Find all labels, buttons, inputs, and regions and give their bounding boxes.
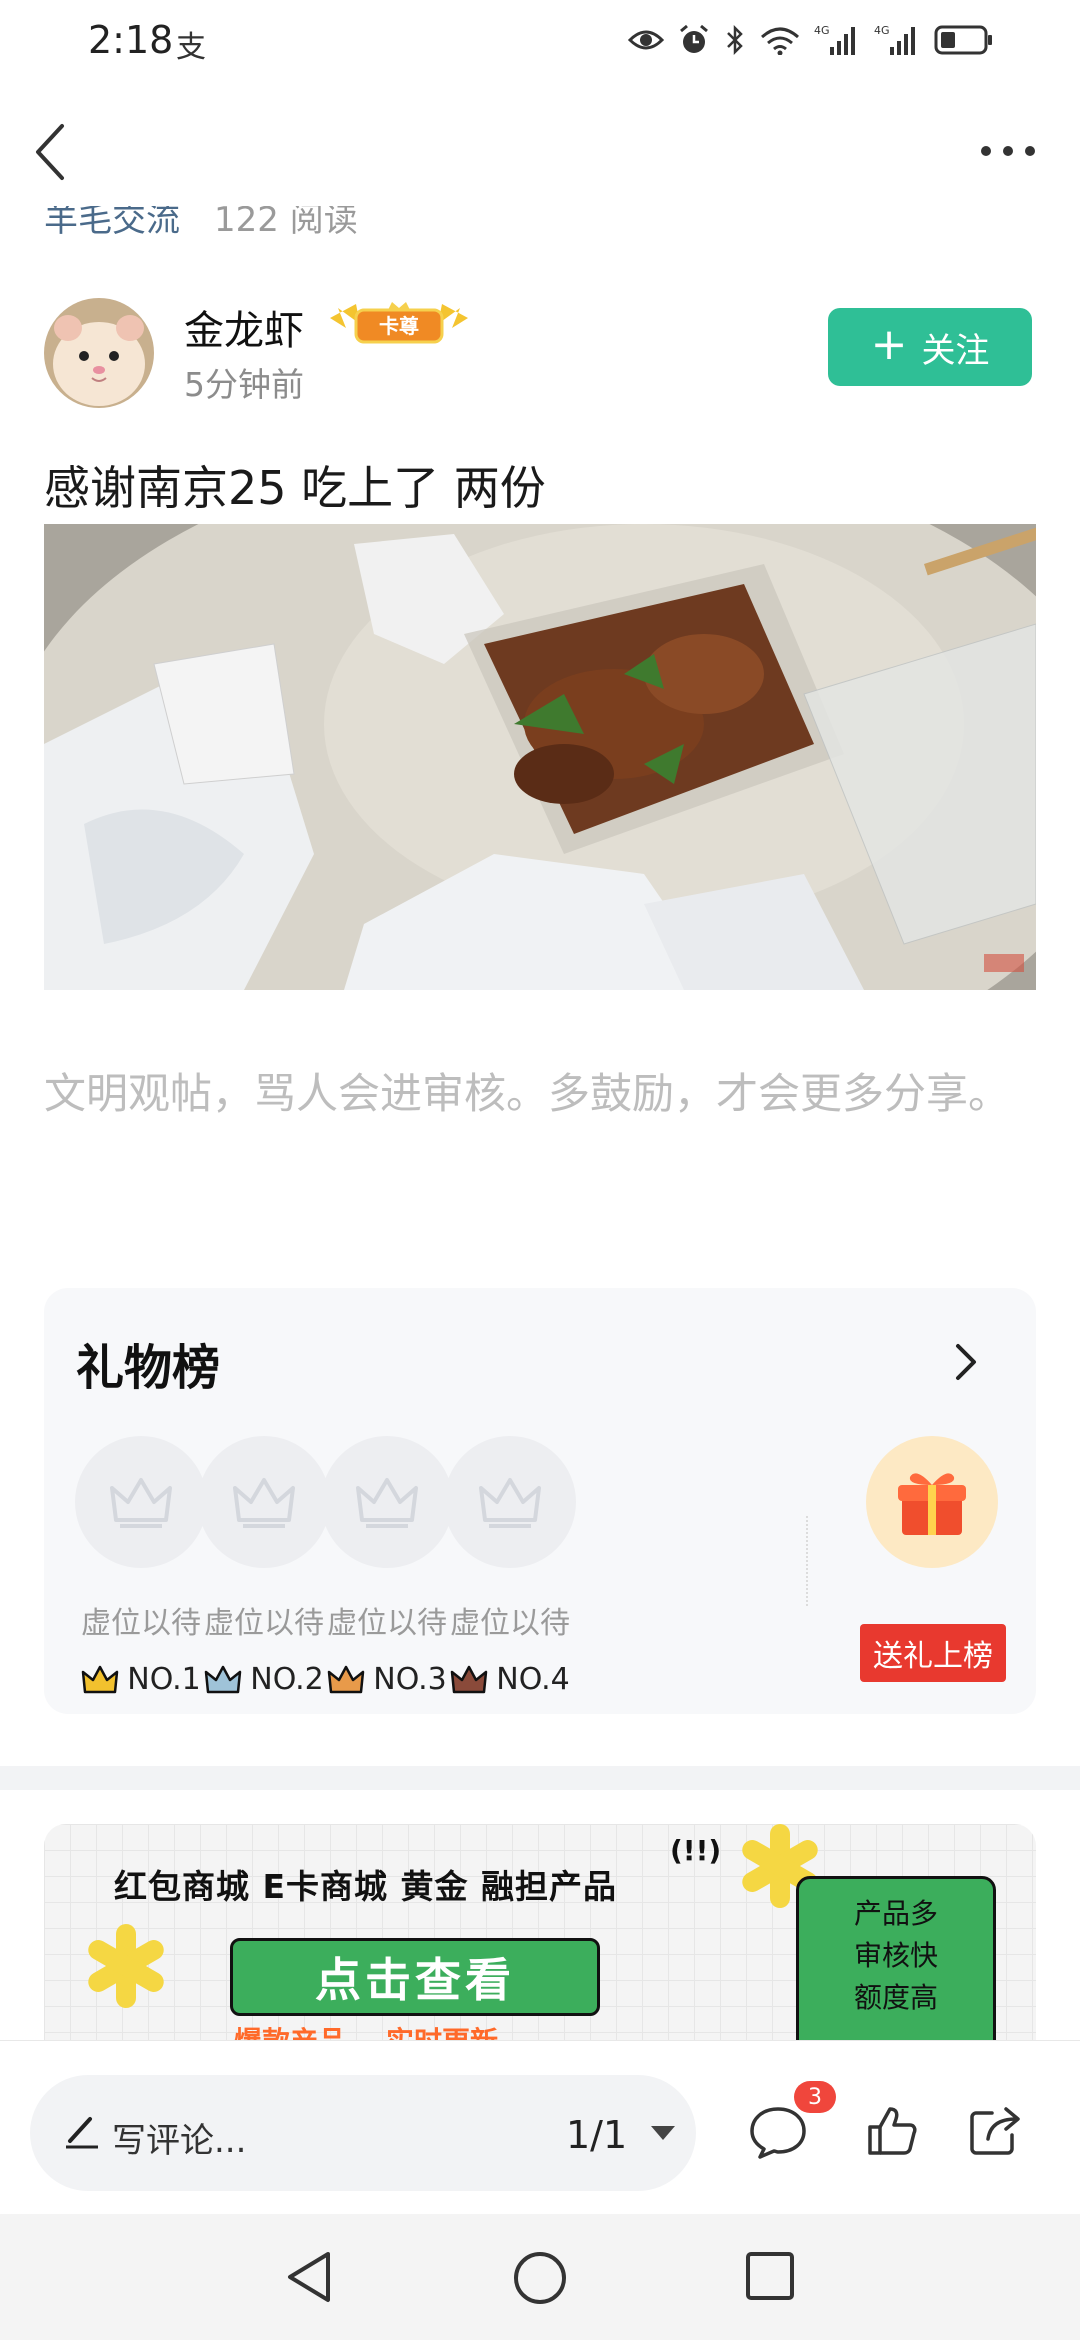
rank-slot-2[interactable]: 虚位以待 NO.2: [197, 1436, 331, 1697]
gold-crown-icon: [82, 1665, 119, 1693]
comment-input[interactable]: 写评论... 1/1: [30, 2075, 696, 2191]
empty-rank-avatar: [444, 1436, 576, 1568]
wifi-icon: [761, 27, 799, 55]
plus-icon: +: [870, 319, 908, 370]
post-image[interactable]: [44, 524, 1036, 990]
pen-icon: [66, 2117, 98, 2149]
banner-categories: 红包商城 E卡商城 黄金 融担产品: [114, 1867, 618, 1906]
status-time: 2:18: [88, 18, 174, 62]
feature-1: 产品多: [853, 1897, 938, 1930]
section-divider: [0, 1766, 1080, 1790]
comment-count-badge: 3: [794, 2081, 836, 2113]
send-gift-button[interactable]: 送礼上榜: [860, 1624, 1006, 1682]
gift-board-title: 礼物榜: [76, 1340, 221, 1396]
crown-outline-icon: [479, 1478, 541, 1528]
gift-board[interactable]: 礼物榜 虚位以待 NO.1 虚位以待 NO.2 虚位以待 NO.3 虚位以待 N…: [44, 1288, 1036, 1714]
battery-icon: [934, 25, 992, 55]
back-button[interactable]: [26, 120, 78, 184]
vip-crown-badge: 卡尊: [330, 302, 468, 344]
comment-notice: 文明观帖，骂人会进审核。多鼓励，才会更多分享。: [44, 1069, 1011, 1118]
rank-slot-1[interactable]: 虚位以待 NO.1: [74, 1436, 208, 1697]
rank-slot-3[interactable]: 虚位以待 NO.3: [320, 1436, 454, 1697]
rank-number: NO.3: [320, 1662, 454, 1697]
share-icon[interactable]: [968, 2105, 1024, 2157]
empty-rank-avatar: [75, 1436, 207, 1568]
system-home-icon[interactable]: [512, 2250, 568, 2306]
rank-number: NO.2: [197, 1662, 331, 1697]
banner-feature-box: 产品多 审核快 额度高: [796, 1876, 996, 2044]
post-time: 5分钟前: [184, 365, 304, 404]
gift-box-icon: [898, 1473, 966, 1535]
bottom-action-bar: 写评论... 1/1 3: [0, 2040, 1080, 2214]
gift-button[interactable]: [866, 1436, 998, 1568]
status-bar: 2:18 支 4G 4G: [0, 0, 1080, 80]
caret-down-icon[interactable]: [650, 2125, 676, 2141]
empty-rank-avatar: [198, 1436, 330, 1568]
system-navigation-bar: [0, 2214, 1080, 2340]
feature-3: 额度高: [853, 1981, 938, 2014]
empty-rank-avatar: [321, 1436, 453, 1568]
signal-4g-icon: 4G: [874, 24, 915, 55]
crown-outline-icon: [110, 1478, 172, 1528]
dark-crown-icon: [451, 1665, 488, 1693]
alipay-notification-icon: 支: [176, 30, 206, 65]
rank-number: NO.4: [443, 1662, 577, 1697]
svg-text:卡尊: 卡尊: [379, 314, 419, 338]
rank-number: NO.1: [74, 1662, 208, 1697]
follow-label: 关注: [921, 330, 990, 371]
divider: [806, 1516, 808, 1606]
svg-text:4G: 4G: [814, 24, 830, 37]
signal-4g-icon: 4G: [814, 24, 855, 55]
author-name[interactable]: 金龙虾: [184, 298, 304, 356]
ad-banner[interactable]: 红包商城 E卡商城 黄金 融担产品 (!!) 点击查看 爆款产品 实时更新 产品多…: [44, 1824, 1036, 2044]
forum-name[interactable]: 羊毛交流: [44, 206, 180, 240]
comment-placeholder: 写评论...: [112, 2121, 247, 2161]
read-count: 122 阅读: [214, 206, 358, 240]
rank-slot-4[interactable]: 虚位以待 NO.4: [443, 1436, 577, 1697]
yellow-star-decoration: [88, 1924, 164, 2008]
rank-label: 虚位以待: [81, 1606, 201, 1641]
eye-icon: [628, 30, 664, 50]
crown-outline-icon: [233, 1478, 295, 1528]
banner-exclaim: (!!): [670, 1834, 722, 1867]
system-recents-icon[interactable]: [744, 2250, 796, 2302]
post-title: 感谢南京25 吃上了 两份: [44, 461, 546, 515]
follow-button[interactable]: + 关注: [828, 308, 1032, 386]
silver-crown-icon: [205, 1665, 242, 1693]
more-dots-icon[interactable]: [978, 136, 1038, 166]
rank-label: 虚位以待: [327, 1606, 447, 1641]
rank-label: 虚位以待: [450, 1606, 570, 1641]
alarm-icon: [680, 24, 708, 53]
comment-bubble-icon[interactable]: [748, 2105, 808, 2159]
crown-outline-icon: [356, 1478, 418, 1528]
thumbs-up-icon[interactable]: [866, 2105, 918, 2157]
svg-text:4G: 4G: [874, 24, 890, 37]
page-indicator[interactable]: 1/1: [566, 2113, 627, 2157]
system-back-icon[interactable]: [284, 2250, 336, 2304]
bronze-crown-icon: [328, 1665, 365, 1693]
feature-2: 审核快: [853, 1939, 938, 1972]
avatar[interactable]: [44, 298, 154, 408]
banner-cta-button[interactable]: 点击查看: [230, 1938, 600, 2016]
rank-label: 虚位以待: [204, 1606, 324, 1641]
bluetooth-icon: [727, 24, 743, 56]
status-icons: 4G 4G: [628, 18, 994, 62]
forum-info[interactable]: 羊毛交流 122 阅读: [44, 206, 358, 246]
chevron-right-icon[interactable]: [952, 1340, 980, 1384]
